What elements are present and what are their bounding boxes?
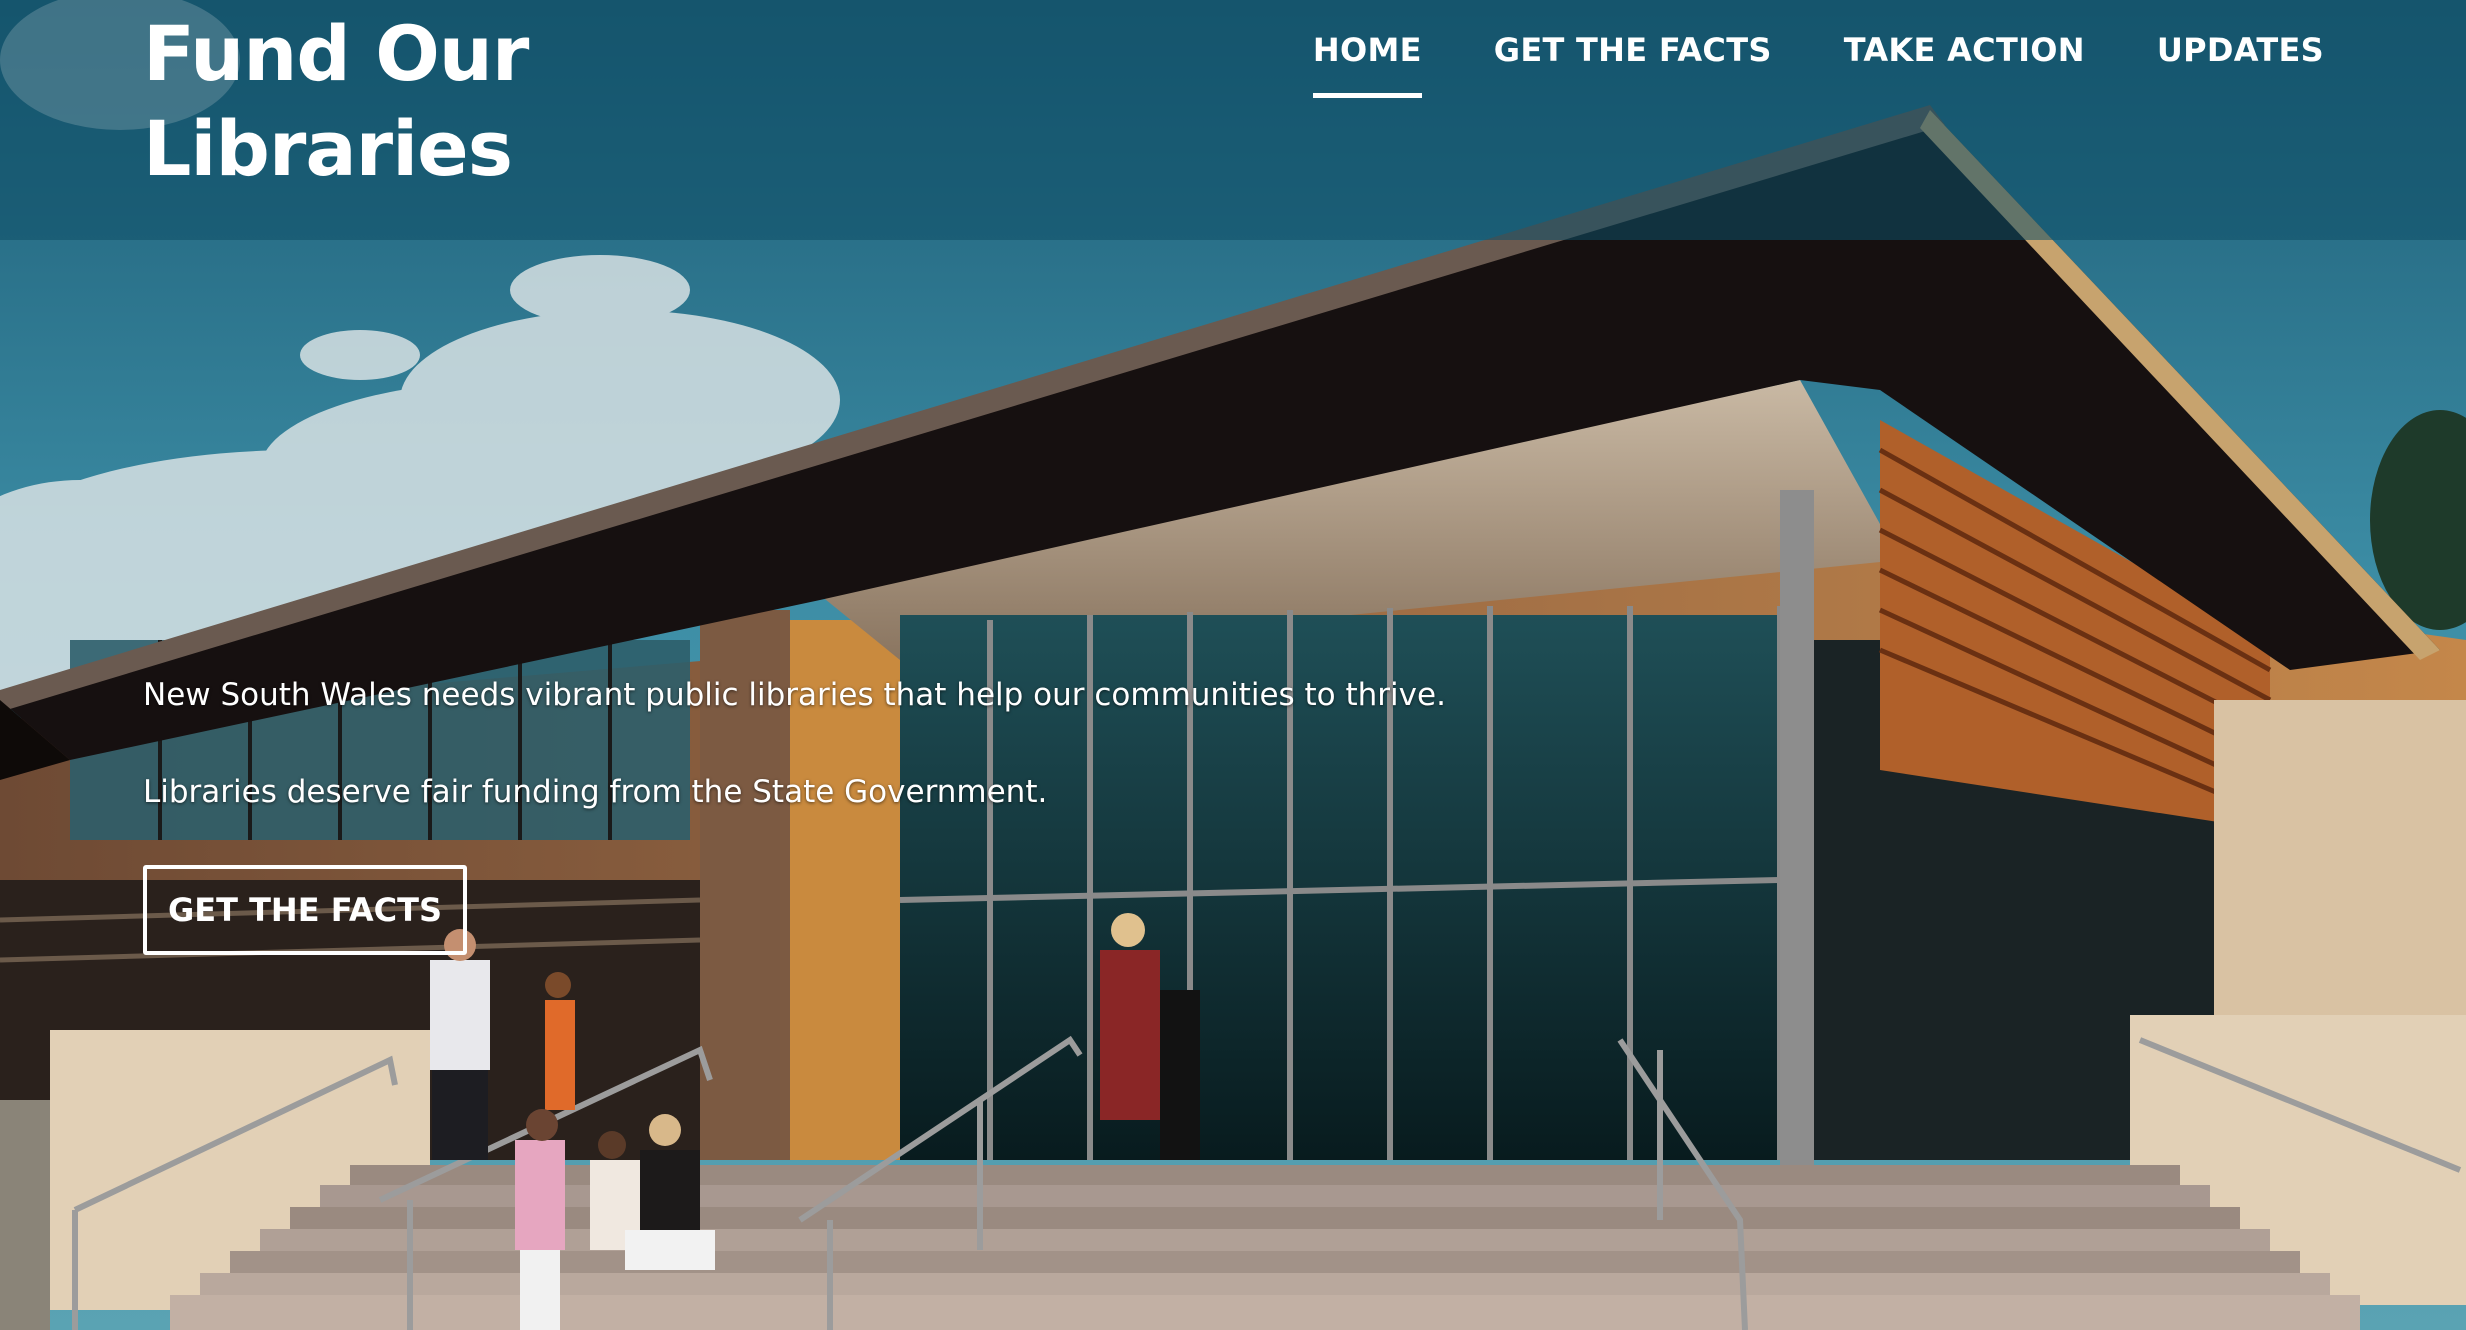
main-nav: HOME GET THE FACTS TAKE ACTION UPDATES [1312,28,2324,98]
nav-get-the-facts[interactable]: GET THE FACTS [1494,28,1772,98]
hero-tagline-1: New South Wales needs vibrant public lib… [143,677,1446,713]
site-title-line1: Fund Our [143,9,529,98]
nav-take-action[interactable]: TAKE ACTION [1844,28,2085,98]
site-title[interactable]: Fund Our Libraries [143,6,529,196]
site-header: Fund Our Libraries HOME GET THE FACTS TA… [0,0,2466,240]
get-the-facts-button[interactable]: GET THE FACTS [143,865,467,955]
nav-updates[interactable]: UPDATES [2157,28,2324,98]
site-title-line2: Libraries [143,104,513,193]
nav-home[interactable]: HOME [1312,28,1422,98]
hero-tagline-2: Libraries deserve fair funding from the … [143,774,1048,810]
